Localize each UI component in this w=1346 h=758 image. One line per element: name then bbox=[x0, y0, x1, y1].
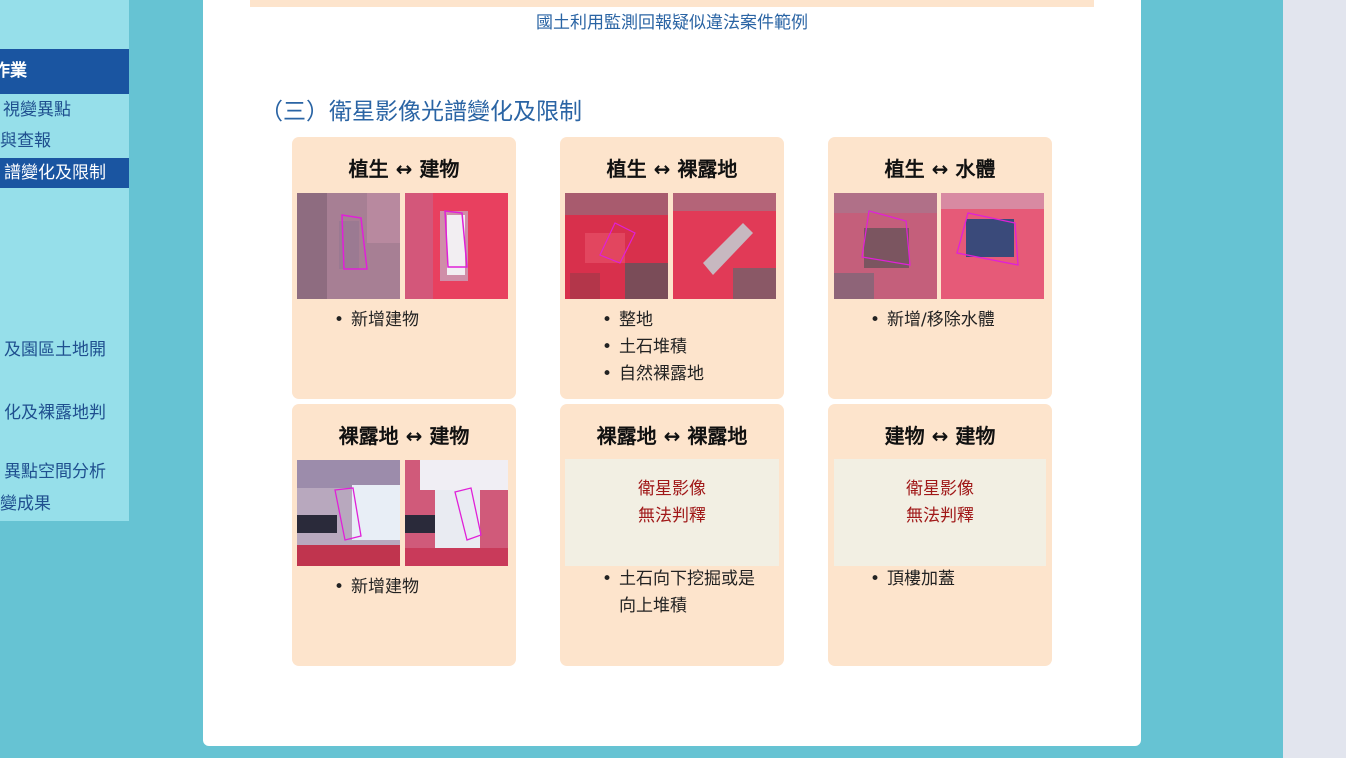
card-title: 植生 ↔ 建物 bbox=[348, 157, 460, 181]
change-list: 新增建物 bbox=[334, 307, 419, 334]
list-item: 新增建物 bbox=[334, 574, 419, 601]
sidebar-item-label: 與查報 bbox=[0, 131, 51, 151]
card-title: 植生 ↔ 裸露地 bbox=[606, 157, 738, 181]
change-list: 土石向下挖掘或是 向上堆積 bbox=[602, 566, 755, 620]
figure-bottom-edge bbox=[250, 0, 1094, 7]
list-item: 新增/移除水體 bbox=[870, 307, 995, 334]
notice-line: 衛星影像 bbox=[638, 479, 706, 499]
card-title: 裸露地 ↔ 裸露地 bbox=[596, 424, 748, 448]
notice-line: 衛星影像 bbox=[906, 479, 974, 499]
sidebar-item-park-land[interactable]: 及園區土地開 bbox=[0, 336, 129, 364]
sidebar-item-label: 及園區土地開 bbox=[4, 340, 106, 360]
main-content: 國土利用監測回報疑似違法案件範例 （三）衛星影像光譜變化及限制 植生 ↔ 建物 bbox=[203, 0, 1141, 746]
satellite-image-before bbox=[297, 460, 400, 566]
figure-caption: 國土利用監測回報疑似違法案件範例 bbox=[536, 13, 808, 33]
list-item: 土石堆積 bbox=[602, 334, 704, 361]
list-item: 頂樓加蓋 bbox=[870, 566, 955, 593]
notice-line: 無法判釋 bbox=[638, 506, 706, 526]
list-item: 土石向下挖掘或是 bbox=[602, 566, 755, 593]
sidebar-nav: 作業 視變異點 與查報 譜變化及限制 及園區土地開 化及裸露地判 異點空間分析 … bbox=[0, 0, 129, 521]
sidebar-item-spatial-analysis[interactable]: 異點空間分析 bbox=[0, 458, 129, 486]
list-item: 新增建物 bbox=[334, 307, 419, 334]
uninterpretable-notice: 衛星影像 無法判釋 bbox=[565, 459, 779, 566]
card-bareland-bareland: 裸露地 ↔ 裸露地 衛星影像 無法判釋 土石向下挖掘或是 向上堆積 bbox=[560, 404, 784, 666]
list-item: 整地 bbox=[602, 307, 704, 334]
change-list: 整地 土石堆積 自然裸露地 bbox=[602, 307, 704, 388]
right-gutter bbox=[1283, 0, 1346, 758]
card-title: 裸露地 ↔ 建物 bbox=[338, 424, 470, 448]
section-title: （三）衛星影像光譜變化及限制 bbox=[260, 99, 582, 125]
card-title: 建物 ↔ 建物 bbox=[884, 424, 996, 448]
change-list: 頂樓加蓋 bbox=[870, 566, 955, 593]
notice-line: 無法判釋 bbox=[906, 506, 974, 526]
sidebar-item-bare-land[interactable]: 化及裸露地判 bbox=[0, 399, 129, 427]
sidebar-item-report[interactable]: 與查報 bbox=[0, 127, 129, 155]
uninterpretable-notice: 衛星影像 無法判釋 bbox=[834, 459, 1046, 566]
sidebar-item-label: 視變異點 bbox=[3, 100, 71, 120]
satellite-image-before bbox=[565, 193, 668, 299]
sidebar-item-results[interactable]: 變成果 bbox=[0, 490, 129, 518]
sidebar-item-label: 譜變化及限制 bbox=[4, 163, 106, 183]
change-list: 新增建物 bbox=[334, 574, 419, 601]
satellite-image-after bbox=[405, 460, 508, 566]
satellite-image-after bbox=[405, 193, 508, 299]
sidebar-item-label: 變成果 bbox=[0, 494, 51, 514]
sidebar-item-label: 異點空間分析 bbox=[4, 462, 106, 482]
change-list: 新增/移除水體 bbox=[870, 307, 995, 334]
card-bareland-building: 裸露地 ↔ 建物 新增建物 bbox=[292, 404, 516, 666]
sidebar-item-label: 化及裸露地判 bbox=[4, 403, 106, 423]
list-item: 自然裸露地 bbox=[602, 361, 704, 388]
sidebar-item-change-points[interactable]: 視變異點 bbox=[0, 96, 129, 124]
card-vegetation-bareland: 植生 ↔ 裸露地 整地 土石堆積 自然裸露地 bbox=[560, 137, 784, 399]
satellite-image-after bbox=[941, 193, 1044, 299]
sidebar-item-label: 作業 bbox=[0, 61, 27, 81]
sidebar-item-spectral-limits[interactable]: 譜變化及限制 bbox=[0, 158, 129, 188]
list-item-continued: 向上堆積 bbox=[619, 596, 687, 616]
satellite-image-after bbox=[673, 193, 776, 299]
card-building-building: 建物 ↔ 建物 衛星影像 無法判釋 頂樓加蓋 bbox=[828, 404, 1052, 666]
card-title: 植生 ↔ 水體 bbox=[884, 157, 996, 181]
satellite-image-before bbox=[297, 193, 400, 299]
card-vegetation-building: 植生 ↔ 建物 新增建物 bbox=[292, 137, 516, 399]
satellite-image-before bbox=[834, 193, 937, 299]
card-vegetation-water: 植生 ↔ 水體 新增/移除水體 bbox=[828, 137, 1052, 399]
sidebar-item-section-header[interactable]: 作業 bbox=[0, 49, 129, 94]
